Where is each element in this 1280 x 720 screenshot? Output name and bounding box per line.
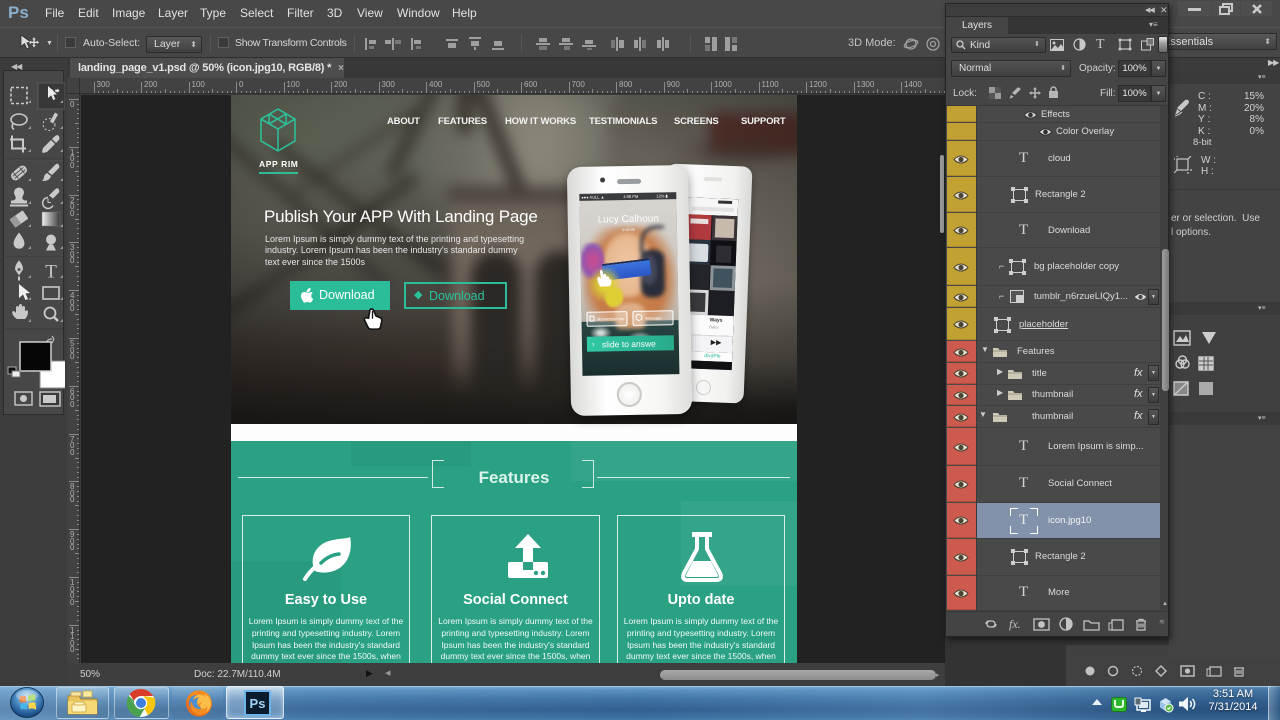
svg-text:fx.: fx. bbox=[1009, 617, 1021, 631]
svg-text:T: T bbox=[45, 262, 57, 283]
